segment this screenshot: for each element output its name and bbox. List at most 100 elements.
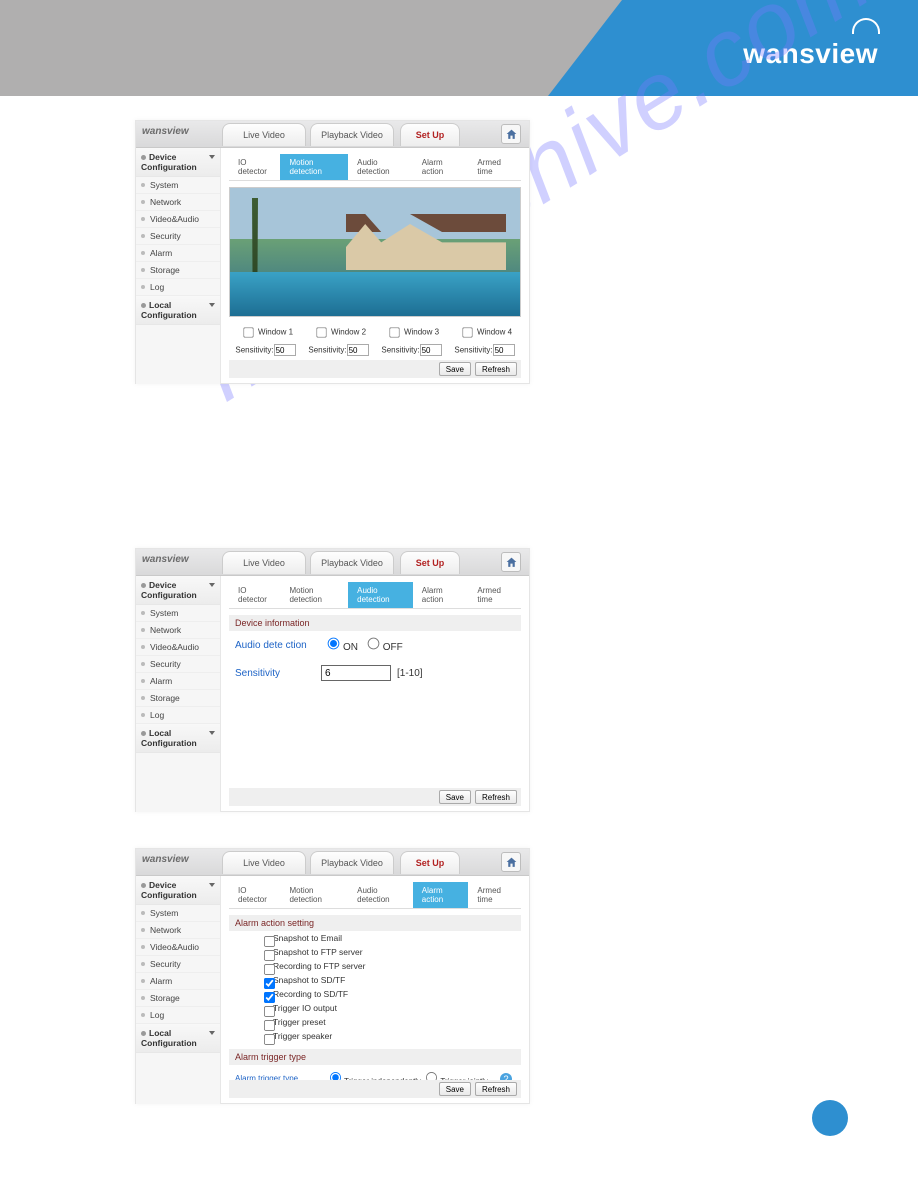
sidebar: Device Configuration System Network Vide…	[136, 576, 221, 812]
window3-checkbox[interactable]	[389, 327, 399, 337]
sidebar-item-system[interactable]: System	[136, 177, 220, 194]
alarm-check-4: Recording to SD/TF	[229, 987, 521, 1001]
alarm-check-label: Snapshot to Email	[273, 933, 342, 943]
alarm-check-label: Recording to SD/TF	[273, 989, 348, 999]
tab-live-video[interactable]: Live Video	[222, 123, 306, 146]
sens1-input[interactable]	[274, 344, 296, 356]
radio-audio-on[interactable]	[328, 638, 340, 650]
subtabs: IO detector Motion detection Audio detec…	[229, 882, 521, 909]
sidebar-group-local[interactable]: Local Configuration	[136, 1024, 220, 1053]
brand-logo: wansview	[743, 38, 878, 70]
sidebar-group-local[interactable]: Local Configuration	[136, 724, 220, 753]
panel-audio-detection: wansview Live Video Playback Video Set U…	[135, 548, 530, 812]
sidebar-item-storage[interactable]: Storage	[136, 690, 220, 707]
sensitivity-input[interactable]	[321, 665, 391, 681]
sidebar-group-device[interactable]: Device Configuration	[136, 576, 220, 605]
row-audio-detection: Audio dete ction ON OFF	[229, 631, 521, 659]
sidebar-item-video-audio[interactable]: Video&Audio	[136, 639, 220, 656]
sidebar-item-network[interactable]: Network	[136, 622, 220, 639]
sidebar-item-security[interactable]: Security	[136, 656, 220, 673]
subtab-armed-time[interactable]: Armed time	[468, 154, 521, 180]
home-icon[interactable]	[501, 552, 521, 572]
refresh-button[interactable]: Refresh	[475, 790, 517, 804]
sidebar-item-storage[interactable]: Storage	[136, 990, 220, 1007]
save-button[interactable]: Save	[439, 1082, 471, 1096]
app-logo: wansview	[142, 126, 189, 137]
tab-playback-video[interactable]: Playback Video	[310, 551, 394, 574]
radio-audio-off[interactable]	[367, 638, 379, 650]
sidebar-item-security[interactable]: Security	[136, 228, 220, 245]
sidebar-item-video-audio[interactable]: Video&Audio	[136, 939, 220, 956]
sidebar-item-system[interactable]: System	[136, 605, 220, 622]
sens3-input[interactable]	[420, 344, 442, 356]
sidebar-item-alarm[interactable]: Alarm	[136, 673, 220, 690]
save-button[interactable]: Save	[439, 362, 471, 376]
tab-set-up[interactable]: Set Up	[400, 851, 460, 874]
sidebar-item-security[interactable]: Security	[136, 956, 220, 973]
save-button[interactable]: Save	[439, 790, 471, 804]
tab-playback-video[interactable]: Playback Video	[310, 851, 394, 874]
sens2-input[interactable]	[347, 344, 369, 356]
video-preview[interactable]	[229, 187, 521, 317]
sidebar-group-local[interactable]: Local Configuration	[136, 296, 220, 325]
sidebar-item-network[interactable]: Network	[136, 922, 220, 939]
panel-motion-detection: wansview Live Video Playback Video Set U…	[135, 120, 530, 384]
tab-set-up[interactable]: Set Up	[400, 551, 460, 574]
window1-checkbox[interactable]	[243, 327, 253, 337]
alarm-check-7: Trigger speaker	[229, 1029, 521, 1043]
sidebar-group-device[interactable]: Device Configuration	[136, 876, 220, 905]
subtab-armed-time[interactable]: Armed time	[468, 882, 521, 908]
sidebar-item-alarm[interactable]: Alarm	[136, 973, 220, 990]
button-bar: Save Refresh	[229, 788, 521, 806]
subtab-alarm-action[interactable]: Alarm action	[413, 154, 469, 180]
subtab-io-detector[interactable]: IO detector	[229, 882, 280, 908]
sidebar-item-log[interactable]: Log	[136, 1007, 220, 1024]
label-audio-detection: Audio dete ction	[235, 640, 321, 651]
sidebar: Device Configuration System Network Vide…	[136, 148, 221, 384]
subtab-io-detector[interactable]: IO detector	[229, 582, 280, 608]
subtab-io-detector[interactable]: IO detector	[229, 154, 280, 180]
tab-playback-video[interactable]: Playback Video	[310, 123, 394, 146]
preview-pool	[230, 272, 520, 316]
tab-set-up[interactable]: Set Up	[400, 123, 460, 146]
brand-text: wansview	[743, 38, 878, 69]
button-bar: Save Refresh	[229, 360, 521, 378]
subtab-alarm-action[interactable]: Alarm action	[413, 582, 469, 608]
subtab-motion-detection[interactable]: Motion detection	[280, 882, 348, 908]
alarm-check-1: Snapshot to FTP server	[229, 945, 521, 959]
refresh-button[interactable]: Refresh	[475, 1082, 517, 1096]
sidebar-item-alarm[interactable]: Alarm	[136, 245, 220, 262]
tab-live-video[interactable]: Live Video	[222, 851, 306, 874]
sidebar-item-log[interactable]: Log	[136, 707, 220, 724]
subtabs: IO detector Motion detection Audio detec…	[229, 154, 521, 181]
section-alarm-action: Alarm action setting	[229, 915, 521, 931]
section-alarm-trigger-type: Alarm trigger type	[229, 1049, 521, 1065]
window2-checkbox[interactable]	[316, 327, 326, 337]
sidebar-item-storage[interactable]: Storage	[136, 262, 220, 279]
home-icon[interactable]	[501, 124, 521, 144]
alarm-check-5: Trigger IO output	[229, 1001, 521, 1015]
subtab-armed-time[interactable]: Armed time	[468, 582, 521, 608]
alarm-check-3: Snapshot to SD/TF	[229, 973, 521, 987]
subtab-audio-detection[interactable]: Audio detection	[348, 582, 413, 608]
subtab-audio-detection[interactable]: Audio detection	[348, 882, 413, 908]
sidebar-group-device[interactable]: Device Configuration	[136, 148, 220, 177]
app-logo: wansview	[142, 554, 189, 565]
subtab-alarm-action[interactable]: Alarm action	[413, 882, 469, 908]
subtab-motion-detection[interactable]: Motion detection	[280, 154, 348, 180]
subtab-audio-detection[interactable]: Audio detection	[348, 154, 413, 180]
tab-live-video[interactable]: Live Video	[222, 551, 306, 574]
subtab-motion-detection[interactable]: Motion detection	[280, 582, 348, 608]
refresh-button[interactable]: Refresh	[475, 362, 517, 376]
alarm-checkbox-7[interactable]	[264, 1034, 275, 1045]
sidebar-item-log[interactable]: Log	[136, 279, 220, 296]
sidebar-item-system[interactable]: System	[136, 905, 220, 922]
window4-checkbox[interactable]	[462, 327, 472, 337]
sidebar-item-network[interactable]: Network	[136, 194, 220, 211]
alarm-check-label: Snapshot to SD/TF	[273, 975, 345, 985]
app-header: wansview Live Video Playback Video Set U…	[136, 849, 529, 876]
sidebar-item-video-audio[interactable]: Video&Audio	[136, 211, 220, 228]
sens4-input[interactable]	[493, 344, 515, 356]
alarm-check-2: Recording to FTP server	[229, 959, 521, 973]
home-icon[interactable]	[501, 852, 521, 872]
